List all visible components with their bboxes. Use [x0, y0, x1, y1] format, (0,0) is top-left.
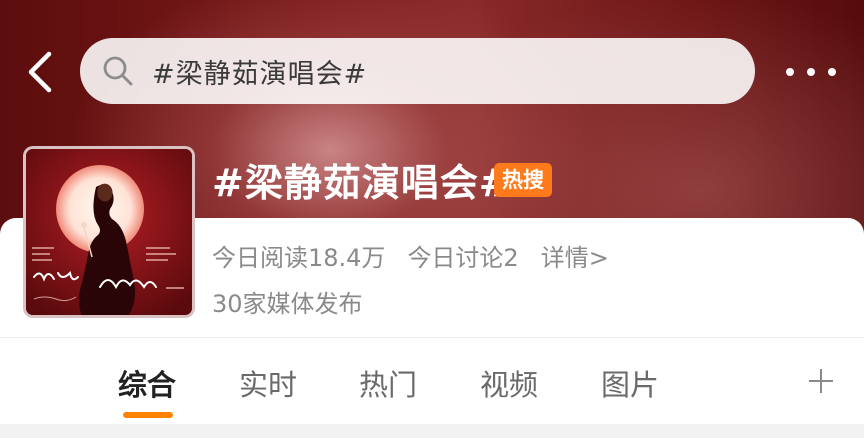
- search-icon: [102, 54, 136, 88]
- search-bar[interactable]: #梁静茹演唱会#: [80, 38, 755, 104]
- search-query-text: #梁静茹演唱会#: [152, 58, 368, 90]
- tab-realtime[interactable]: 实时: [239, 362, 297, 404]
- add-tab-button[interactable]: [806, 366, 836, 396]
- tab-images[interactable]: 图片: [601, 362, 659, 404]
- dot-icon: [786, 68, 794, 76]
- details-link[interactable]: 详情>: [541, 238, 609, 273]
- media-count: 30家媒体发布: [212, 290, 363, 318]
- tab-comprehensive[interactable]: 综合: [118, 362, 176, 404]
- more-options-button[interactable]: [786, 60, 836, 84]
- plus-icon: [809, 369, 833, 393]
- hot-search-badge: 热搜: [494, 163, 552, 197]
- reads-today: 今日阅读18.4万: [212, 244, 386, 272]
- topic-stats: 今日阅读18.4万 今日讨论2 详情>: [212, 238, 609, 273]
- discussions-today: 今日讨论2: [407, 244, 519, 272]
- back-button[interactable]: [20, 48, 60, 96]
- concert-poster-art: [26, 149, 192, 315]
- tab-bar: 综合 实时 热门 视频 图片: [0, 338, 864, 424]
- topic-title: #梁静茹演唱会#: [212, 161, 512, 205]
- content-separator: [0, 424, 864, 438]
- topic-cover-image[interactable]: [23, 146, 195, 318]
- dot-icon: [807, 68, 815, 76]
- tab-popular[interactable]: 热门: [359, 362, 417, 404]
- active-tab-indicator: [123, 412, 173, 418]
- dot-icon: [828, 68, 836, 76]
- tab-video[interactable]: 视频: [480, 362, 538, 404]
- chevron-left-icon: [28, 51, 52, 93]
